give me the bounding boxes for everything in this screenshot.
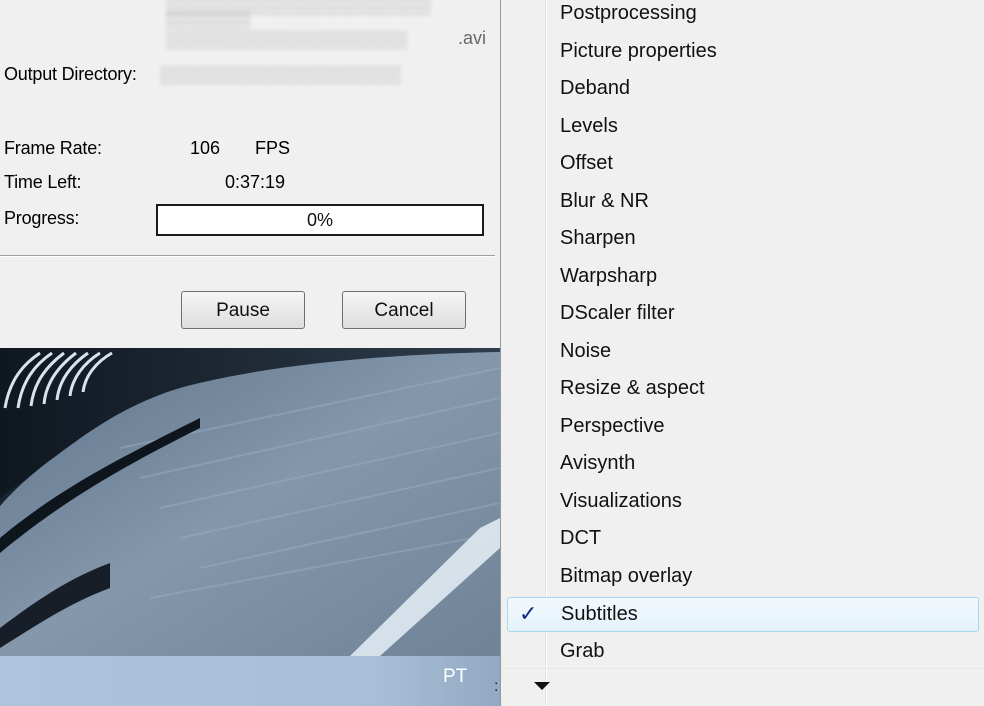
menu-item-label: Resize & aspect xyxy=(560,377,705,399)
time-left-value: 0:37:19 xyxy=(225,172,286,192)
language-indicator[interactable]: PT xyxy=(443,666,467,688)
cancel-button[interactable]: Cancel xyxy=(342,291,466,329)
menu-item-label: Visualizations xyxy=(560,490,682,512)
tray-edge-glyph: : xyxy=(494,678,499,695)
menu-item-label: DCT xyxy=(560,527,602,549)
dialog-separator xyxy=(0,255,495,257)
menu-item[interactable]: Visualizations xyxy=(501,486,984,523)
menu-item[interactable]: Blur & NR xyxy=(501,186,984,223)
menu-item[interactable]: Levels xyxy=(501,111,984,148)
checkmark-icon: ✓ xyxy=(519,601,538,626)
menu-item-label: Offset xyxy=(560,152,613,174)
menu-item[interactable]: Resize & aspect xyxy=(501,373,984,410)
menu-item-label: Sharpen xyxy=(560,227,636,249)
frame-rate-value: 106 xyxy=(190,138,221,158)
menu-item[interactable]: Perspective xyxy=(501,411,984,448)
menu-item[interactable]: Sharpen xyxy=(501,223,984,260)
progress-percent: 0% xyxy=(306,210,333,230)
menu-item[interactable]: DCT xyxy=(501,523,984,560)
video-preview xyxy=(0,348,500,656)
video-frame-image xyxy=(0,348,500,656)
menu-bottom-divider xyxy=(501,668,984,669)
menu-item[interactable]: Avisynth xyxy=(501,448,984,485)
menu-item[interactable]: Offset xyxy=(501,148,984,185)
input-file-path-line-2: ▒▒▒▒▒▒▒ xyxy=(166,10,251,29)
progress-label: Progress: xyxy=(4,208,80,228)
progress-bar: 0% xyxy=(156,204,484,236)
menu-item[interactable]: Warpsharp xyxy=(501,261,984,298)
menu-item-label: Avisynth xyxy=(560,452,636,474)
menu-item-label: Bitmap overlay xyxy=(560,565,693,587)
conversion-dialog: ▒▒▒▒▒▒▒▒▒▒▒▒▒▒▒▒▒▒▒▒▒▒ ▒▒▒▒▒▒▒ ▒▒▒▒▒▒▒▒▒… xyxy=(0,0,500,348)
menu-item[interactable]: Postprocessing xyxy=(501,0,984,35)
menu-item-label: Perspective xyxy=(560,415,665,437)
input-file-extension: .avi xyxy=(458,28,487,48)
taskbar: PT : xyxy=(0,656,500,706)
menu-item[interactable]: Deband xyxy=(501,73,984,110)
menu-item[interactable]: Noise xyxy=(501,336,984,373)
menu-item-label: Deband xyxy=(560,77,631,99)
input-file-path-line-3: ▒▒▒▒▒▒▒▒▒▒▒▒▒▒▒▒▒▒▒▒ xyxy=(166,30,407,49)
pause-button[interactable]: Pause xyxy=(181,291,305,329)
menu-item-label: Postprocessing xyxy=(560,2,697,24)
menu-item[interactable]: DScaler filter xyxy=(501,298,984,335)
output-directory-label: Output Directory: xyxy=(4,64,137,84)
menu-item-label: Noise xyxy=(560,340,612,362)
filters-context-menu: Postprocessing Picture properties Deband Le… xyxy=(500,0,984,706)
menu-item-label: DScaler filter xyxy=(560,302,675,324)
menu-item-label: Blur & NR xyxy=(560,190,649,212)
frame-rate-label: Frame Rate: xyxy=(4,138,102,158)
output-directory-path: ▒▒▒▒▒▒▒▒▒▒▒▒▒▒▒▒▒▒▒▒ xyxy=(160,65,401,84)
menu-item[interactable]: Picture properties xyxy=(501,36,984,73)
menu-item-label: Picture properties xyxy=(560,40,717,62)
scroll-down-arrow-icon[interactable] xyxy=(534,682,550,690)
menu-item-label: Subtitles xyxy=(561,603,638,625)
menu-item[interactable]: ✓ Subtitles xyxy=(507,597,979,632)
menu-item-label: Warpsharp xyxy=(560,265,658,287)
menu-item[interactable]: Bitmap overlay xyxy=(501,561,984,598)
frame-rate-unit: FPS xyxy=(255,138,291,158)
menu-item-label: Levels xyxy=(560,115,618,137)
menu-item-label: Grab xyxy=(560,640,605,662)
time-left-label: Time Left: xyxy=(4,172,82,192)
